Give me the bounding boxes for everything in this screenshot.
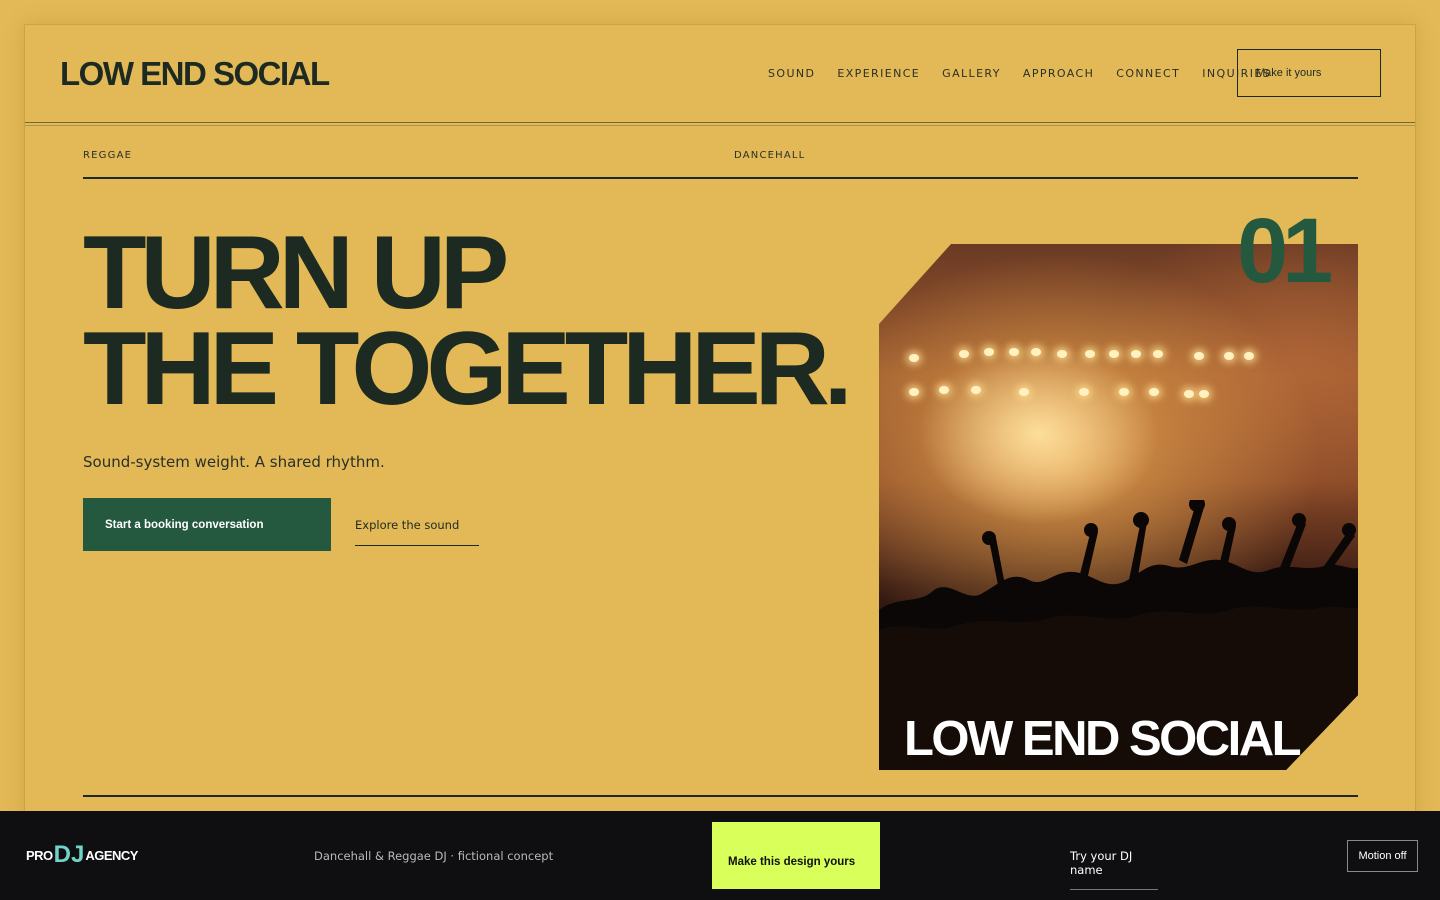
logo-dj: DJ xyxy=(53,841,85,868)
hero-subline: Sound-system weight. A shared rhythm. xyxy=(83,453,385,471)
nav-item-connect[interactable]: CONNECT xyxy=(1116,67,1180,80)
logo-agency: AGENCY xyxy=(85,847,138,863)
footer-tagline: Dancehall & Reggae DJ · fictional concep… xyxy=(314,849,554,863)
footer-bar: PRO DJ AGENCY Dancehall & Reggae DJ · fi… xyxy=(0,811,1440,900)
nav-item-sound[interactable]: SOUND xyxy=(768,67,815,80)
make-it-yours-button[interactable]: Make it yours xyxy=(1237,49,1381,97)
divider-bottom xyxy=(83,795,1358,797)
try-dj-name-link[interactable]: Try your DJ name xyxy=(1070,849,1158,890)
stage-lights xyxy=(879,344,1358,404)
image-caption: LOW END SOCIAL xyxy=(904,712,1302,766)
main-nav: SOUND EXPERIENCE GALLERY APPROACH CONNEC… xyxy=(768,67,1293,80)
section-number: 01 xyxy=(1237,200,1333,302)
hero-concert-image xyxy=(879,244,1358,770)
make-design-yours-button[interactable]: Make this design yours xyxy=(712,822,880,889)
genre-label-dancehall: DANCEHALL xyxy=(734,150,806,161)
divider xyxy=(83,177,1358,179)
motion-toggle-button[interactable]: Motion off xyxy=(1347,840,1418,872)
nav-item-experience[interactable]: EXPERIENCE xyxy=(837,67,920,80)
brand-logo[interactable]: LOW END SOCIAL xyxy=(60,55,330,93)
hero-headline: TURN UP THE TOGETHER. xyxy=(83,215,853,427)
headline-line-1: TURN UP xyxy=(83,215,509,331)
start-booking-button[interactable]: Start a booking conversation xyxy=(83,498,331,551)
explore-sound-link[interactable]: Explore the sound xyxy=(355,518,479,546)
site-header: LOW END SOCIAL SOUND EXPERIENCE GALLERY … xyxy=(25,25,1415,126)
agency-logo[interactable]: PRO DJ AGENCY xyxy=(26,843,138,867)
headline-line-2: THE TOGETHER. xyxy=(83,311,853,427)
genre-label-reggae: REGGAE xyxy=(83,150,133,161)
logo-pro: PRO xyxy=(26,847,53,863)
page-frame: LOW END SOCIAL SOUND EXPERIENCE GALLERY … xyxy=(24,24,1416,824)
nav-item-approach[interactable]: APPROACH xyxy=(1023,67,1094,80)
nav-item-gallery[interactable]: GALLERY xyxy=(942,67,1001,80)
